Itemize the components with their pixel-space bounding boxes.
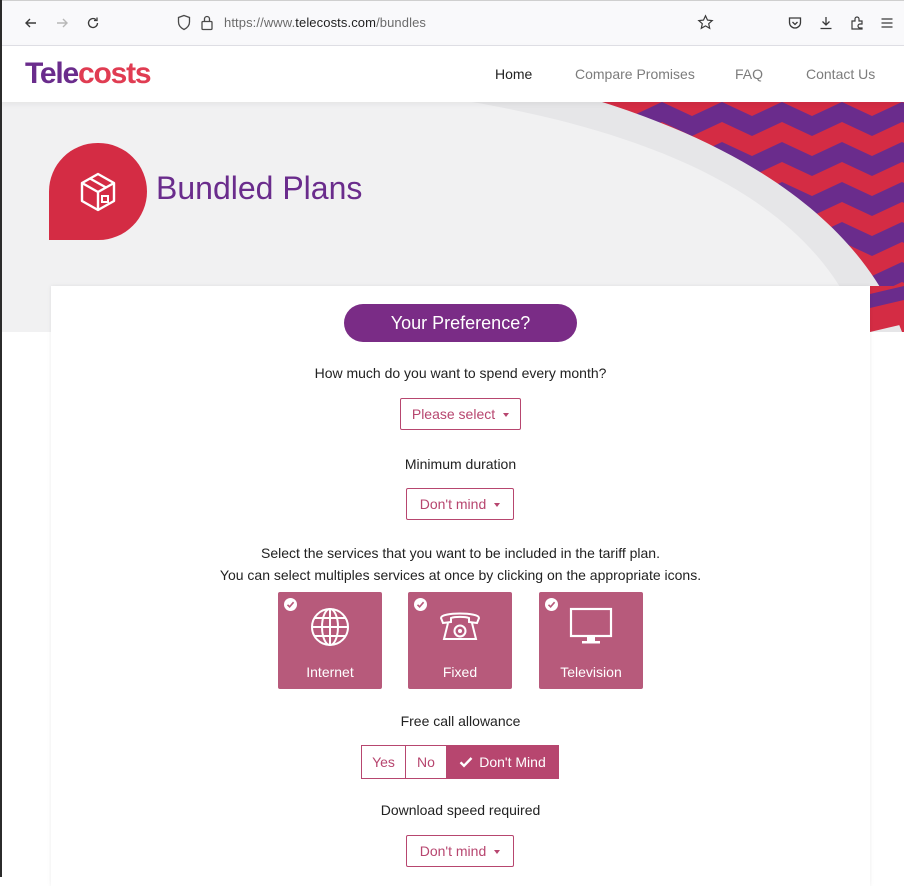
spend-dropdown-value: Please select: [411, 406, 496, 422]
option-label: Don't Mind: [479, 754, 546, 770]
calls-label: Free call allowance: [400, 713, 521, 729]
shield-icon[interactable]: [176, 14, 192, 31]
url-text[interactable]: https://www.telecosts.com/bundles: [224, 15, 426, 30]
duration-dropdown[interactable]: Don't mind: [406, 488, 514, 520]
calls-option-dont-mind[interactable]: Don't Mind: [446, 745, 559, 779]
back-icon[interactable]: [22, 14, 40, 32]
site-header: Telecosts Home Compare Promises FAQ Cont…: [0, 46, 904, 102]
service-label: Television: [560, 664, 622, 680]
download-icon[interactable]: [817, 14, 835, 32]
service-tile-internet[interactable]: Internet: [278, 592, 382, 689]
extensions-icon[interactable]: [848, 14, 866, 32]
spend-dropdown[interactable]: Please select: [400, 398, 521, 430]
browser-toolbar: https://www.telecosts.com/bundles: [0, 0, 904, 46]
nav-compare-promises[interactable]: Compare Promises: [575, 66, 695, 82]
service-label: Internet: [306, 664, 354, 680]
page-title: Bundled Plans: [156, 170, 363, 206]
caret-down-icon: [494, 850, 501, 854]
speed-dropdown-value: Don't mind: [419, 843, 487, 859]
caret-down-icon: [503, 413, 510, 417]
reload-icon[interactable]: [84, 14, 102, 32]
option-label: No: [417, 754, 435, 770]
monitor-icon: [539, 606, 643, 650]
speed-dropdown[interactable]: Don't mind: [406, 835, 514, 867]
service-tile-television[interactable]: Television: [539, 592, 643, 689]
calls-option-yes[interactable]: Yes: [361, 745, 406, 779]
telecosts-logo[interactable]: Telecosts: [25, 57, 152, 91]
service-label: Fixed: [442, 664, 478, 680]
calls-option-no[interactable]: No: [405, 745, 447, 779]
service-tile-fixed[interactable]: Fixed: [408, 592, 512, 689]
preference-heading: Your Preference?: [344, 304, 577, 342]
star-icon[interactable]: [697, 14, 714, 31]
box-icon: [49, 143, 147, 240]
forward-icon[interactable]: [53, 14, 71, 32]
services-instruction-1: Select the services that you want to be …: [261, 545, 660, 561]
lock-icon[interactable]: [200, 14, 214, 31]
address-bar[interactable]: https://www.telecosts.com/bundles: [168, 9, 724, 37]
globe-icon: [278, 606, 382, 650]
nav-home[interactable]: Home: [495, 66, 532, 82]
nav-faq[interactable]: FAQ: [735, 66, 763, 82]
option-label: Yes: [372, 754, 395, 770]
window-border-left: [0, 0, 2, 877]
checkmark-icon: [459, 757, 473, 768]
services-instruction-2: You can select multiples services at onc…: [219, 567, 702, 583]
nav-contact-us[interactable]: Contact Us: [806, 66, 875, 82]
speed-label: Download speed required: [380, 802, 541, 818]
spend-question: How much do you want to spend every mont…: [314, 365, 607, 381]
window-border-top: [0, 0, 904, 1]
chevron-decoration-edge: [870, 286, 904, 332]
duration-label: Minimum duration: [404, 456, 517, 472]
telephone-icon: [408, 606, 512, 650]
menu-icon[interactable]: [878, 14, 896, 32]
caret-down-icon: [494, 503, 501, 507]
duration-dropdown-value: Don't mind: [419, 496, 487, 512]
pocket-icon[interactable]: [786, 14, 804, 32]
